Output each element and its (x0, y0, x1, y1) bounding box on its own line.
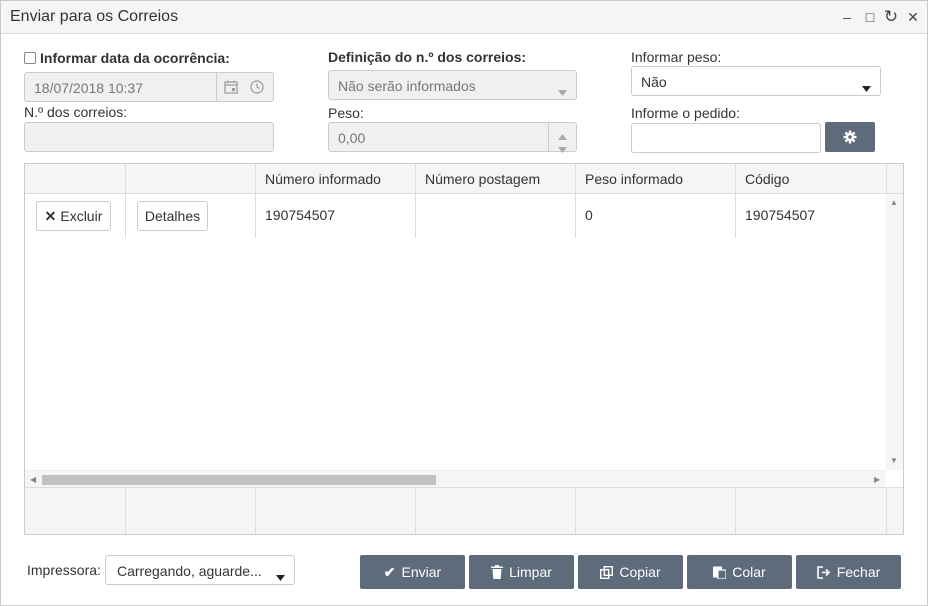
column-separator (575, 164, 576, 238)
chevron-down-icon (862, 79, 871, 95)
order-label: Informe o pedido: (631, 105, 740, 121)
table-footer (25, 487, 903, 534)
order-settings-button[interactable] (825, 122, 875, 152)
refresh-icon[interactable]: ↻ (883, 7, 899, 27)
clock-icon[interactable] (250, 80, 264, 94)
column-separator (735, 164, 736, 238)
close-label: Fechar (836, 564, 881, 580)
close-icon[interactable]: ✕ (905, 7, 921, 27)
column-separator (886, 164, 887, 194)
scroll-left-icon[interactable]: ◀ (30, 475, 36, 484)
close-button[interactable]: Fechar (796, 555, 901, 589)
send-button[interactable]: ✔ Enviar (360, 555, 465, 589)
column-separator (255, 488, 256, 534)
chevron-down-icon (276, 568, 285, 584)
trash-icon (491, 555, 504, 589)
column-separator (415, 488, 416, 534)
delete-row-label: Excluir (60, 208, 103, 224)
maximize-icon[interactable]: □ (862, 7, 878, 27)
close-icon: ✕ (44, 208, 57, 224)
minimize-icon[interactable]: – (839, 7, 855, 27)
occurrence-date-field[interactable]: 18/07/2018 10:37 (24, 72, 274, 102)
weight-info-select[interactable]: Não (631, 66, 881, 96)
paste-label: Colar (732, 564, 766, 580)
details-row-label: Detalhes (144, 208, 201, 224)
clear-button[interactable]: Limpar (469, 555, 574, 589)
printer-value: Carregando, aguarde... (117, 563, 262, 579)
check-icon: ✔ (383, 564, 396, 580)
cell-codigo: 190754507 (745, 207, 816, 223)
copy-label: Copiar (619, 564, 661, 580)
correios-number-field[interactable] (24, 122, 274, 152)
column-separator (575, 488, 576, 534)
column-separator (886, 488, 887, 534)
stepper-down-icon[interactable] (558, 140, 567, 156)
clear-label: Limpar (509, 564, 552, 580)
weight-value: 0,00 (338, 130, 366, 146)
title-bar: Enviar para os Correios – □ ↻ ✕ (1, 1, 927, 34)
delete-row-button[interactable]: ✕ Excluir (36, 201, 111, 231)
cell-peso-informado: 0 (585, 207, 593, 223)
chevron-down-icon (558, 83, 567, 99)
column-codigo[interactable]: Código (745, 171, 789, 187)
occurrence-date-label: Informar data da ocorrência: (40, 50, 230, 66)
column-separator (735, 488, 736, 534)
column-separator (415, 164, 416, 238)
vertical-scrollbar[interactable]: ▲ ▼ (886, 194, 903, 470)
column-separator (255, 164, 256, 238)
correios-definition-select[interactable]: Não serão informados (328, 70, 577, 100)
weight-label: Peso: (328, 105, 364, 121)
horizontal-scroll-thumb[interactable] (42, 475, 436, 485)
printer-label: Impressora: (27, 562, 101, 578)
column-numero-informado[interactable]: Número informado (265, 171, 381, 187)
sign-out-icon (816, 555, 831, 589)
printer-select[interactable]: Carregando, aguarde... (105, 555, 295, 585)
occurrence-date-value: 18/07/2018 10:37 (34, 80, 143, 96)
paste-icon (713, 555, 727, 589)
column-separator (125, 164, 126, 238)
correios-number-label: N.º dos correios: (24, 104, 128, 120)
copy-button[interactable]: Copiar (578, 555, 683, 589)
paste-button[interactable]: Colar (687, 555, 792, 589)
details-row-button[interactable]: Detalhes (137, 201, 208, 231)
gear-icon (843, 130, 857, 144)
stepper-divider (548, 123, 549, 151)
scroll-down-icon[interactable]: ▼ (890, 456, 898, 465)
dialog-window: Enviar para os Correios – □ ↻ ✕ Informar… (0, 0, 928, 606)
occurrence-date-checkbox[interactable] (24, 52, 36, 64)
column-separator (125, 488, 126, 534)
cell-numero-informado: 190754507 (265, 207, 336, 223)
scroll-right-icon[interactable]: ▶ (874, 475, 880, 484)
copy-icon (600, 555, 614, 589)
weight-info-value: Não (641, 74, 667, 90)
calendar-icon[interactable] (224, 80, 238, 94)
column-peso-informado[interactable]: Peso informado (585, 171, 683, 187)
order-input[interactable] (631, 123, 821, 153)
column-numero-postagem[interactable]: Número postagem (425, 171, 540, 187)
field-divider (216, 73, 217, 101)
scroll-up-icon[interactable]: ▲ (890, 198, 898, 207)
table-header: Número informado Número postagem Peso in… (25, 164, 903, 194)
window-title: Enviar para os Correios (10, 8, 179, 25)
horizontal-scrollbar[interactable]: ◀ ▶ (25, 470, 886, 487)
correios-definition-label: Definição do n.º dos correios: (328, 49, 527, 65)
correios-definition-value: Não serão informados (338, 78, 476, 94)
send-label: Enviar (401, 564, 442, 580)
weight-stepper[interactable]: 0,00 (328, 122, 577, 153)
weight-info-label: Informar peso: (631, 49, 722, 65)
items-table: Número informado Número postagem Peso in… (24, 163, 904, 535)
